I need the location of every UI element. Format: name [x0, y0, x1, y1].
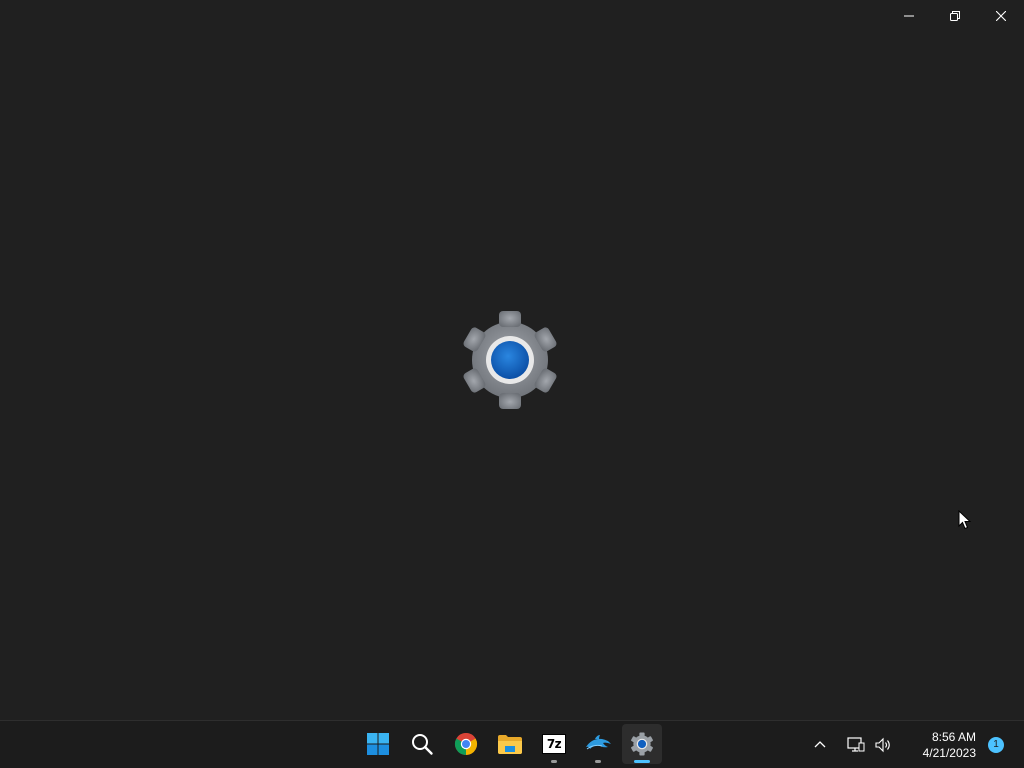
- settings-icon: [631, 732, 653, 756]
- 7zip-label: 7z: [546, 737, 562, 751]
- start-button[interactable]: [358, 724, 398, 764]
- show-hidden-icons-button[interactable]: [808, 729, 832, 761]
- chrome-icon: [454, 732, 478, 755]
- minimize-button[interactable]: [886, 0, 932, 32]
- chevron-up-icon: [814, 740, 826, 747]
- caption-buttons: [886, 0, 1024, 32]
- settings-window: [0, 0, 1024, 720]
- restore-icon: [950, 11, 960, 21]
- search-button[interactable]: [402, 724, 442, 764]
- network-icon: [847, 736, 865, 752]
- settings-gear-icon: [463, 311, 557, 409]
- network-button[interactable]: [844, 729, 868, 761]
- search-icon: [412, 734, 433, 755]
- taskbar: 7z 8:56 AM 4/21/2023 1: [0, 720, 1024, 768]
- system-tray: 8:56 AM 4/21/2023 1: [806, 721, 1024, 768]
- chrome-button[interactable]: [446, 724, 486, 764]
- taskbar-apps: 7z: [358, 724, 662, 764]
- volume-icon: [875, 737, 890, 752]
- restore-button[interactable]: [932, 0, 978, 32]
- clock-date: 4/21/2023: [922, 745, 976, 760]
- file-explorer-button[interactable]: [490, 724, 530, 764]
- mouse-cursor-icon: [958, 510, 972, 530]
- 7zip-button[interactable]: 7z: [534, 724, 574, 764]
- clock-time: 8:56 AM: [931, 729, 976, 744]
- running-indicator: [551, 760, 557, 763]
- focused-indicator: [634, 760, 650, 763]
- windows-start-icon: [367, 733, 389, 755]
- notification-badge[interactable]: 1: [988, 736, 1004, 753]
- minimize-icon: [904, 15, 914, 17]
- running-indicator: [595, 760, 601, 763]
- clock[interactable]: 8:56 AM 4/21/2023: [904, 729, 976, 761]
- dolphin-icon: [586, 735, 611, 750]
- settings-button[interactable]: [622, 724, 662, 764]
- 7zip-icon: 7z: [542, 734, 566, 754]
- close-icon: [996, 11, 1006, 21]
- folder-icon: [498, 735, 522, 754]
- dolphin-button[interactable]: [578, 724, 618, 764]
- close-button[interactable]: [978, 0, 1024, 32]
- volume-button[interactable]: [872, 729, 896, 761]
